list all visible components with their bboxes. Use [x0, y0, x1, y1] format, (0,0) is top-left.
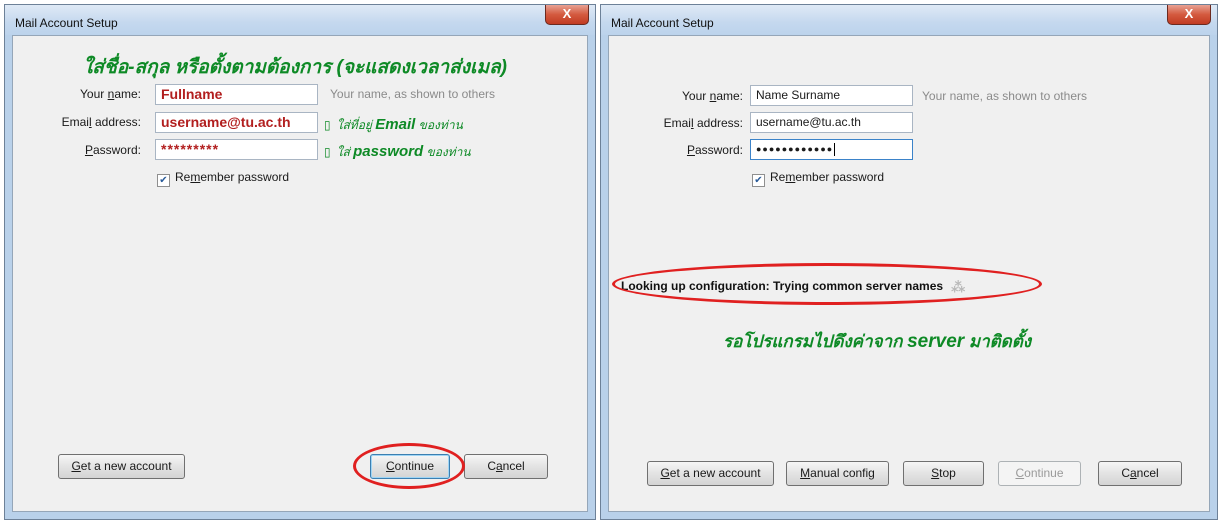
name-annotation: ใส่ชื่อ-สกุล หรือตั้งตามต้องการ (จะแสดงเ… [83, 57, 507, 78]
checkbox-check-icon[interactable]: ✔ [752, 174, 765, 187]
dialog-body: Your name: Name Surname Your name, as sh… [608, 35, 1210, 512]
title-bar: Mail Account Setup X [601, 5, 1217, 35]
your-name-input[interactable]: Name Surname [750, 85, 913, 106]
email-annotation: ▯ ใส่ที่อยู่ Email ของท่าน [324, 116, 463, 133]
password-label: Password: [84, 143, 141, 157]
get-new-account-button[interactable]: Get a new account [647, 461, 774, 486]
email-label: Email address: [663, 116, 743, 130]
name-hint: Your name, as shown to others [330, 87, 495, 101]
your-name-label: Your name: [80, 87, 141, 101]
remember-password-checkbox[interactable]: ✔ Remember password [157, 170, 289, 187]
your-name-input[interactable]: Fullname [155, 84, 318, 105]
password-input[interactable]: ********* [155, 139, 318, 160]
password-annotation: ▯ ใส่ password ของท่าน [324, 143, 471, 160]
window-title: Mail Account Setup [15, 16, 118, 30]
close-icon[interactable]: X [1167, 5, 1211, 25]
manual-config-button[interactable]: Manual config [786, 461, 889, 486]
text-caret [834, 143, 836, 157]
close-icon[interactable]: X [545, 5, 589, 25]
remember-password-checkbox[interactable]: ✔ Remember password [752, 170, 884, 187]
continue-button: Continue [998, 461, 1081, 486]
email-input[interactable]: username@tu.ac.th [155, 112, 318, 133]
cancel-button[interactable]: Cancel [464, 454, 548, 479]
right-mail-setup-window: Mail Account Setup X Your name: Name Sur… [600, 4, 1218, 520]
cancel-button[interactable]: Cancel [1098, 461, 1182, 486]
name-hint: Your name, as shown to others [922, 89, 1087, 103]
checkbox-check-icon[interactable]: ✔ [157, 174, 170, 187]
your-name-label: Your name: [682, 89, 743, 103]
password-label: Password: [686, 143, 743, 157]
stop-button[interactable]: Stop [903, 461, 984, 486]
title-bar: Mail Account Setup X [5, 5, 595, 35]
left-mail-setup-window: Mail Account Setup X ใส่ชื่อ-สกุล หรือตั… [4, 4, 596, 520]
password-input[interactable]: ●●●●●●●●●●●● [750, 139, 913, 160]
status-highlight-ellipse [612, 263, 1042, 305]
email-label: Email address: [61, 115, 141, 129]
wait-annotation: รอโปรแกรมไปดึงค่าจาก server มาติดตั้ง [723, 331, 1032, 352]
dialog-body: ใส่ชื่อ-สกุล หรือตั้งตามต้องการ (จะแสดงเ… [12, 35, 588, 512]
get-new-account-button[interactable]: Get a new account [58, 454, 185, 479]
window-title: Mail Account Setup [611, 16, 714, 30]
email-input[interactable]: username@tu.ac.th [750, 112, 913, 133]
continue-highlight-ellipse [353, 443, 465, 489]
